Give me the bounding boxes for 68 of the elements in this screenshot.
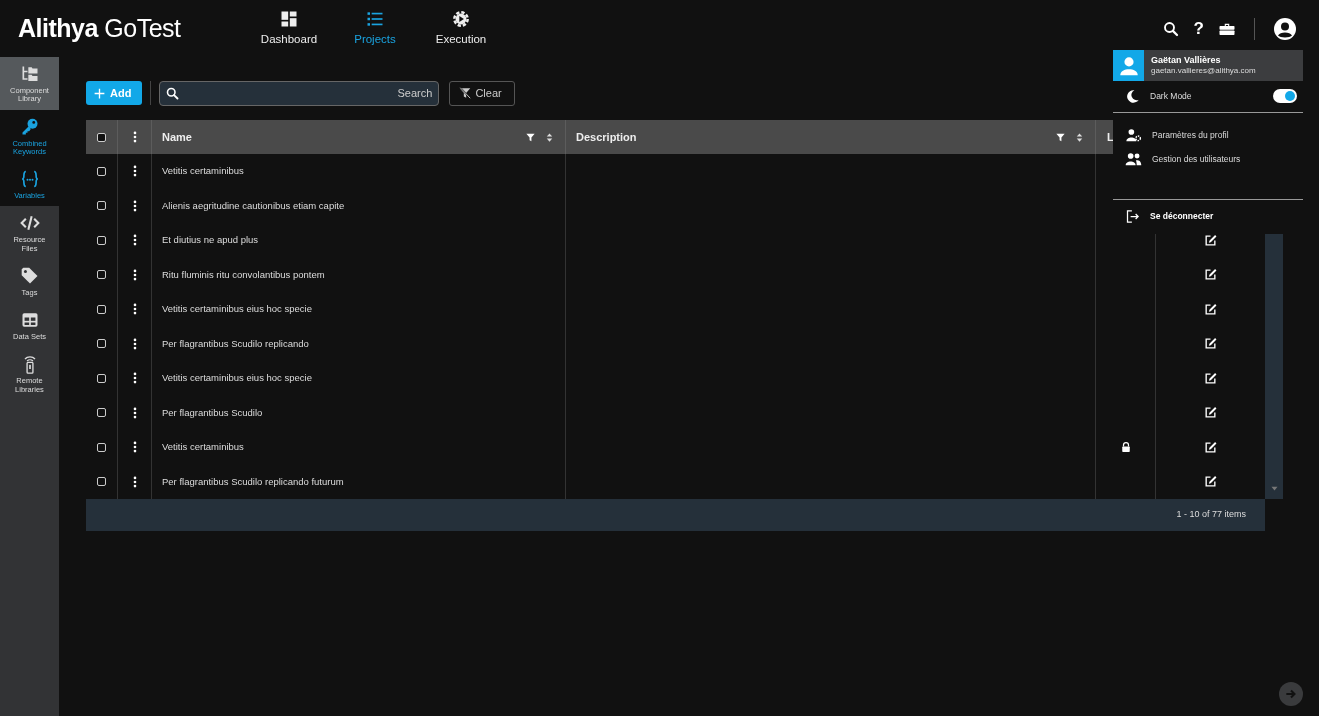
table-cell: Et diutius ne apud plus xyxy=(162,233,259,248)
clear-filter-button[interactable]: Clear xyxy=(449,80,515,106)
row-checkbox[interactable] xyxy=(97,201,106,211)
row-checkbox[interactable] xyxy=(97,339,106,349)
menu-item[interactable]: Gestion des utilisateurs xyxy=(1113,147,1303,171)
pagination-info: 1 - 10 of 77 items xyxy=(1176,508,1246,522)
table-cell: Vetitis certaminibus eius hoc specie xyxy=(162,371,312,386)
row-checkbox[interactable] xyxy=(97,477,106,487)
user-name: Gaëtan Vallières xyxy=(1151,55,1222,67)
row-checkbox[interactable] xyxy=(97,270,106,280)
filter-off-icon xyxy=(458,86,473,100)
table-cell: Per flagrantibus Scudilo replicando xyxy=(162,336,309,351)
users-icon xyxy=(1125,150,1142,168)
arrow-right-icon xyxy=(1284,687,1298,701)
nav-tab[interactable]: Projects xyxy=(334,8,416,49)
edit-icon[interactable] xyxy=(1204,268,1217,282)
sort-icon[interactable] xyxy=(1074,131,1085,143)
dark-mode-label: Dark Mode xyxy=(1150,89,1192,103)
filter-icon[interactable] xyxy=(1055,131,1066,143)
dark-mode-toggle[interactable] xyxy=(1273,89,1297,103)
table-cell: Per flagrantibus Scudilo xyxy=(162,405,263,420)
row-checkbox[interactable] xyxy=(97,442,106,452)
row-checkbox[interactable] xyxy=(97,235,106,245)
edit-icon[interactable] xyxy=(1204,406,1217,420)
scroll-down-icon xyxy=(1269,484,1279,493)
search-icon[interactable] xyxy=(1161,19,1180,38)
row-checkbox[interactable] xyxy=(97,408,106,418)
help-button[interactable]: ? xyxy=(1193,20,1204,37)
app-logo: Alithya GoTest xyxy=(18,12,182,44)
logout-icon xyxy=(1125,208,1140,224)
account-icon[interactable] xyxy=(1273,16,1297,41)
sort-icon[interactable] xyxy=(544,131,555,143)
table-cell: Vetitis certaminibus eius hoc specie xyxy=(162,302,312,317)
column-header[interactable]: Description xyxy=(576,128,637,146)
nav-tab[interactable]: Dashboard xyxy=(248,8,330,49)
lock-icon xyxy=(1119,441,1132,454)
avatar-icon xyxy=(1117,54,1140,77)
scrollbar[interactable] xyxy=(1265,231,1283,499)
nav-tab[interactable]: Execution xyxy=(420,8,502,49)
logout-button[interactable]: Se déconnecter xyxy=(1113,204,1303,228)
menu-item[interactable]: Paramètres du profil xyxy=(1113,123,1303,147)
user-email: gaetan.vallieres@alithya.com xyxy=(1151,66,1256,76)
table-cell: Alienis aegritudine cautionibus etiam capite xyxy=(162,198,345,213)
user-gear-icon xyxy=(1125,126,1142,144)
column-header[interactable]: L xyxy=(1107,128,1114,146)
row-checkbox[interactable] xyxy=(97,373,106,383)
table-cell: Vetitis certaminibus xyxy=(162,164,244,179)
row-checkbox[interactable] xyxy=(97,166,106,176)
plus-icon xyxy=(93,86,106,100)
table-cell: Vetitis certaminibus xyxy=(162,440,244,455)
select-all-checkbox[interactable] xyxy=(97,132,106,142)
gear-play-icon xyxy=(451,8,471,29)
moon-icon xyxy=(1125,88,1140,104)
search-icon xyxy=(165,85,181,101)
filter-icon[interactable] xyxy=(525,131,536,143)
edit-icon[interactable] xyxy=(1204,371,1217,385)
table-cell: Ritu fluminis ritu convolantibus pontem xyxy=(162,267,325,282)
edit-icon[interactable] xyxy=(1204,337,1217,351)
row-checkbox[interactable] xyxy=(97,304,106,314)
edit-icon[interactable] xyxy=(1204,233,1217,247)
tag-icon xyxy=(19,265,40,286)
curly-braces-icon xyxy=(19,169,40,189)
edit-icon[interactable] xyxy=(1204,302,1217,316)
column-header[interactable]: Name xyxy=(162,128,192,146)
edit-icon[interactable] xyxy=(1204,440,1217,454)
search-field[interactable]: Search xyxy=(159,80,440,106)
table-cell: Per flagrantibus Scudilo replicando futurum xyxy=(162,474,344,489)
edit-icon[interactable] xyxy=(1204,475,1217,489)
